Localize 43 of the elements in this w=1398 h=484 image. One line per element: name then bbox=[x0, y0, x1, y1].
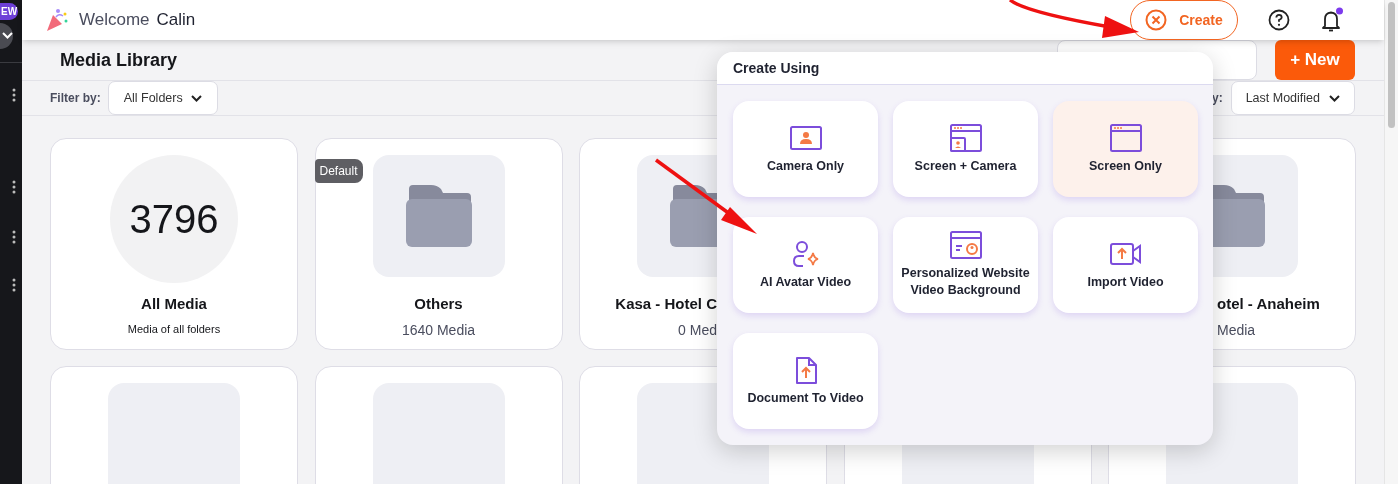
create-option[interactable]: Camera Only bbox=[733, 101, 878, 197]
chevron-down-icon bbox=[190, 94, 202, 102]
create-option[interactable]: AI Avatar Video bbox=[733, 217, 878, 313]
more-icon[interactable] bbox=[12, 230, 16, 244]
folder-icon bbox=[404, 185, 473, 247]
screen-with-camera-icon bbox=[948, 123, 983, 152]
filter-label: Filter by: bbox=[50, 90, 101, 107]
chevron-down-icon bbox=[1329, 94, 1340, 102]
create-option[interactable]: Screen Only bbox=[1053, 101, 1198, 197]
more-icon[interactable] bbox=[12, 180, 16, 194]
more-icon[interactable] bbox=[12, 278, 16, 292]
create-option[interactable]: Screen + Camera bbox=[893, 101, 1038, 197]
menu-title: Create Using bbox=[733, 58, 820, 78]
create-option[interactable]: Personalized Website Video Background bbox=[893, 217, 1038, 313]
folder-dropdown[interactable]: All Folders bbox=[107, 81, 218, 115]
default-badge: Default bbox=[314, 159, 363, 183]
folder-media-count: 1640 Media bbox=[401, 320, 476, 340]
folder-title: Others bbox=[414, 294, 463, 314]
create-option[interactable]: Import Video bbox=[1053, 217, 1198, 313]
create-option[interactable]: Document To Video bbox=[733, 333, 878, 429]
new-badge: EW bbox=[0, 3, 19, 20]
notification-bell-icon[interactable] bbox=[1320, 7, 1344, 33]
scrollbar-thumb[interactable] bbox=[1388, 2, 1395, 128]
more-icon[interactable] bbox=[12, 88, 16, 102]
welcome-text: Welcome bbox=[79, 9, 150, 32]
sort-label: y: bbox=[1211, 90, 1223, 107]
folder-card[interactable]: 3796 All Media Media of all folders bbox=[50, 138, 298, 350]
folder-media-count: Media bbox=[1217, 320, 1256, 340]
folder-title: All Media bbox=[140, 294, 208, 314]
folder-media-count: Media of all folders bbox=[126, 321, 222, 337]
help-icon[interactable] bbox=[1268, 9, 1290, 31]
folder-card[interactable]: Others 1640 Media Default bbox=[314, 138, 563, 350]
web-profile-icon bbox=[948, 231, 983, 259]
camera-icon bbox=[788, 123, 823, 152]
party-popper-icon bbox=[44, 7, 70, 33]
sort-dropdown[interactable]: Last Modified bbox=[1230, 81, 1355, 115]
close-icon bbox=[1145, 9, 1168, 31]
user-name: Calin bbox=[156, 9, 196, 32]
folder-media-count: 0 Med bbox=[678, 320, 717, 340]
page-title: Media Library bbox=[60, 48, 178, 72]
folder-title: Kasa - Hotel C bbox=[615, 294, 717, 314]
browser-window-icon bbox=[1108, 123, 1143, 152]
folder-title: otel - Anaheim bbox=[1217, 294, 1320, 314]
